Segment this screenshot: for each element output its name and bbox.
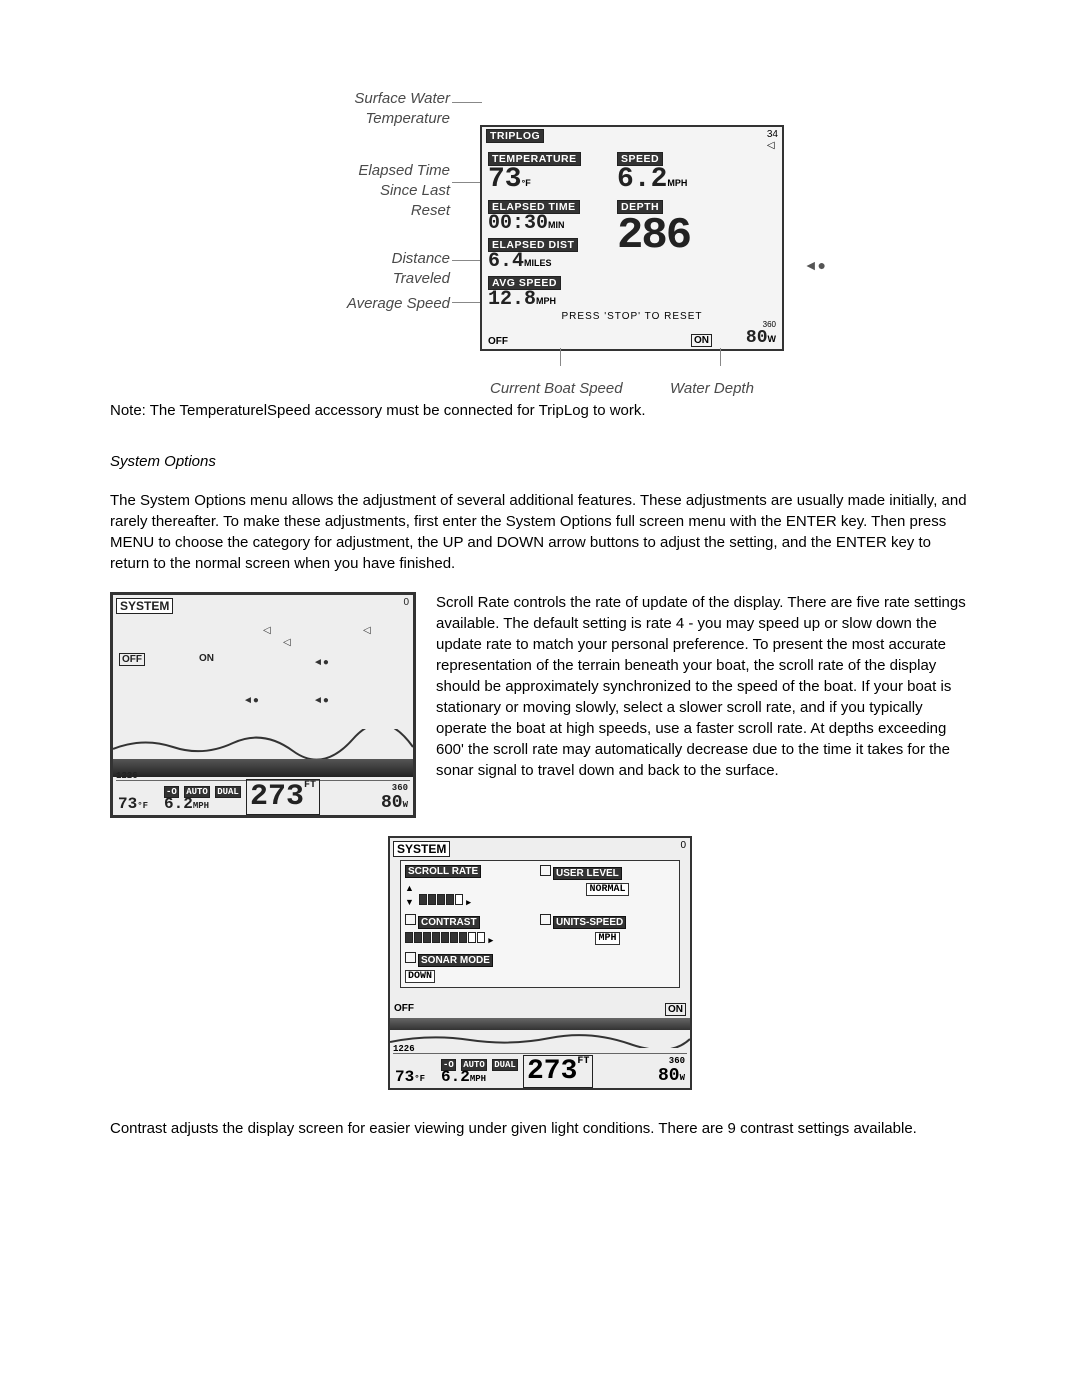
opt-on: ON: [665, 1003, 686, 1016]
fish-icon: ◁: [363, 625, 371, 636]
system-options-title: System Options: [110, 451, 970, 472]
system-options-figure: SYSTEM 0 SCROLL RATE USER LEVEL ▲▼ ▸ NOR…: [388, 836, 692, 1090]
lcd-reset-hint: PRESS 'STOP' TO RESET: [482, 311, 782, 322]
scroll-rate-slider: ▸: [419, 894, 471, 908]
opt-units-speed-label: UNITS-SPEED: [553, 916, 626, 929]
system-sonar-figure: SYSTEM 0 ◁ ◁ ◁ ◄● ◄● ◄● OFF ON 1226 73°F…: [110, 592, 416, 818]
terrain-line: [113, 729, 413, 759]
label-avg-speed: Average Speed: [347, 295, 450, 312]
label-reset: Reset: [411, 202, 450, 219]
opt-off: OFF: [394, 1003, 414, 1016]
system-options-para: The System Options menu allows the adjus…: [110, 490, 970, 574]
label-elapsed-time: Elapsed Time: [358, 162, 450, 179]
lcd-temp-value: 73: [488, 166, 522, 194]
lcd-elapsed-value: 00:30: [488, 214, 548, 234]
sys-footer: 1226 73°F -O AUTO DUAL 6.2MPH 273FT 360 …: [116, 780, 410, 813]
label-since-last: Since Last: [380, 182, 450, 199]
label-current-speed: Current Boat Speed: [490, 380, 623, 397]
bottom-bar: [113, 759, 413, 777]
opt-sonar-mode-value: DOWN: [405, 970, 435, 983]
lcd-depth-value: 286: [617, 214, 690, 258]
scroll-rate-para: Scroll Rate controls the rate of update …: [436, 592, 970, 781]
lcd-title: TRIPLOG: [486, 129, 544, 143]
opt-units-speed-value: MPH: [595, 932, 619, 945]
sys-on: ON: [199, 653, 214, 664]
bottom-bar: [390, 1018, 690, 1030]
opt-contrast-label: CONTRAST: [418, 916, 480, 929]
fish-icon: ◄●: [313, 695, 329, 706]
label-surface-water: Surface Water: [354, 90, 450, 107]
fish-icon: ◄●: [243, 695, 259, 706]
fish-icon: ◄●: [804, 257, 826, 273]
lcd-side-number: 34◁: [767, 129, 778, 151]
sys-zero: 0: [403, 597, 409, 608]
label-water-depth: Water Depth: [670, 380, 754, 397]
fish-icon: ◁: [283, 637, 291, 648]
opt-sonar-mode-label: SONAR MODE: [418, 954, 493, 967]
lcd-on: ON: [691, 334, 712, 347]
label-distance: Distance: [392, 250, 450, 267]
fish-icon: ◄●: [313, 657, 329, 668]
lcd-off: OFF: [488, 336, 508, 347]
sys-off: OFF: [119, 653, 145, 666]
terrain-line: [390, 1030, 690, 1048]
note-text: Note: The TemperaturelSpeed accessory mu…: [110, 400, 970, 421]
triplog-figure: Surface Water Temperature Elapsed Time S…: [190, 90, 890, 380]
lcd-avg-value: 12.8: [488, 290, 536, 310]
fish-icon: ◁: [263, 625, 271, 636]
lcd-freq: 360 80W: [746, 320, 776, 347]
opt-zero: 0: [680, 840, 686, 851]
label-temperature: Temperature: [366, 110, 451, 127]
opt-header: SYSTEM: [393, 841, 450, 857]
opt-scroll-rate-label: SCROLL RATE: [405, 865, 481, 878]
opt-user-level-value: NORMAL: [586, 883, 628, 896]
lcd-speed-value: 6.2: [617, 166, 667, 194]
lcd-dist-value: 6.4: [488, 252, 524, 272]
opt-user-level-label: USER LEVEL: [553, 867, 622, 880]
triplog-lcd: TRIPLOG 34◁ TEMPERATURE 73°F SPEED 6.2MP…: [480, 125, 784, 351]
options-panel: SCROLL RATE USER LEVEL ▲▼ ▸ NORMAL CONTR…: [400, 860, 680, 988]
label-traveled: Traveled: [393, 270, 450, 287]
sys-header: SYSTEM: [116, 598, 173, 614]
contrast-para: Contrast adjusts the display screen for …: [110, 1118, 970, 1139]
opt-footer: 1226 73°F -O AUTO DUAL 6.2MPH 273FT 360 …: [393, 1053, 687, 1086]
contrast-slider: ▸: [405, 932, 493, 946]
